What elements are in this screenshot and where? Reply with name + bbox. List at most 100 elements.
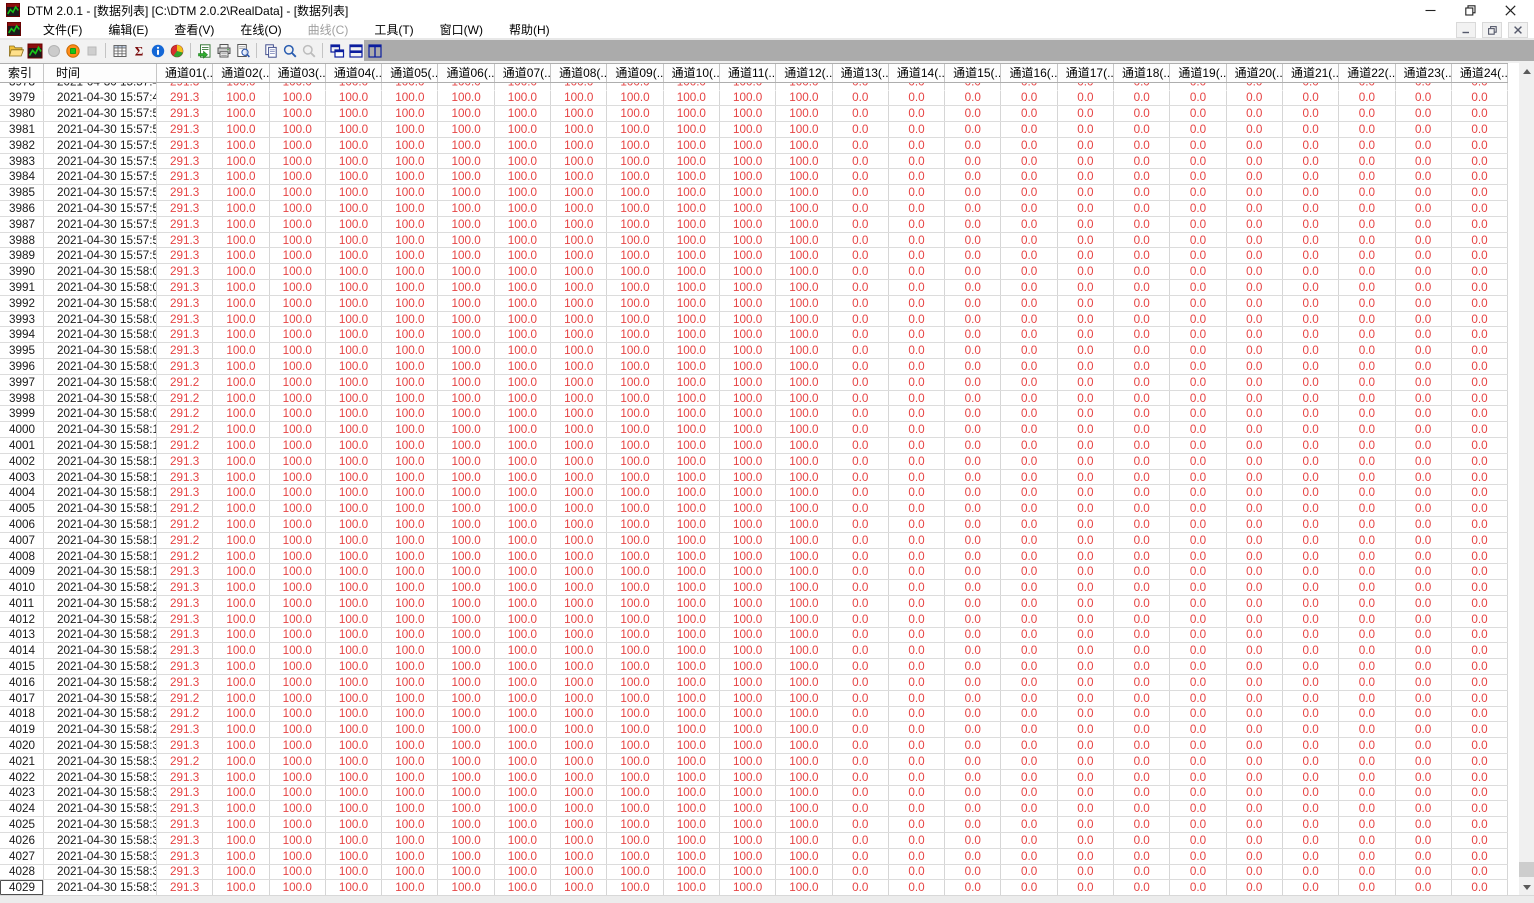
- cell-channel-13[interactable]: 0.0: [833, 311, 889, 327]
- cell-channel-12[interactable]: 100.0: [776, 153, 833, 169]
- cell-channel-02[interactable]: 100.0: [213, 422, 270, 438]
- cell-channel-14[interactable]: 0.0: [889, 327, 946, 343]
- cell-channel-18[interactable]: 0.0: [1114, 817, 1171, 832]
- cell-channel-17[interactable]: 0.0: [1058, 122, 1115, 137]
- cell-channel-16[interactable]: 0.0: [1001, 327, 1058, 343]
- cell-time[interactable]: 2021-04-30 15:57:53: [44, 153, 157, 169]
- cell-channel-05[interactable]: 100.0: [382, 706, 439, 722]
- cell-channel-09[interactable]: 100.0: [607, 485, 664, 501]
- cell-channel-16[interactable]: 0.0: [1001, 311, 1058, 327]
- cell-channel-10[interactable]: 100.0: [664, 248, 720, 264]
- cell-channel-19[interactable]: 0.0: [1170, 327, 1227, 343]
- cell-channel-03[interactable]: 100.0: [270, 216, 326, 232]
- cell-channel-01[interactable]: 291.3: [157, 122, 214, 137]
- cell-channel-20[interactable]: 0.0: [1227, 564, 1283, 580]
- cell-time[interactable]: 2021-04-30 15:58:13: [44, 469, 157, 485]
- cell-time[interactable]: 2021-04-30 15:57:56: [44, 201, 157, 216]
- cell-channel-22[interactable]: 0.0: [1339, 753, 1396, 769]
- cell-time[interactable]: 2021-04-30 15:58:29: [44, 722, 157, 738]
- cell-channel-19[interactable]: 0.0: [1170, 106, 1227, 122]
- cell-channel-01[interactable]: 291.3: [157, 359, 214, 374]
- cell-index[interactable]: 4014: [0, 643, 44, 659]
- cell-channel-06[interactable]: 100.0: [438, 674, 495, 690]
- cell-channel-19[interactable]: 0.0: [1170, 422, 1227, 438]
- cell-channel-12[interactable]: 100.0: [776, 216, 833, 232]
- cell-channel-10[interactable]: 100.0: [664, 596, 720, 611]
- cell-time[interactable]: 2021-04-30 15:58:10: [44, 422, 157, 438]
- cell-channel-12[interactable]: 100.0: [776, 690, 833, 706]
- cell-channel-12[interactable]: 100.0: [776, 248, 833, 264]
- cell-time[interactable]: 2021-04-30 15:58:19: [44, 564, 157, 580]
- cell-channel-19[interactable]: 0.0: [1170, 864, 1227, 880]
- cell-channel-19[interactable]: 0.0: [1170, 311, 1227, 327]
- cell-index[interactable]: 4025: [0, 817, 44, 832]
- cell-channel-17[interactable]: 0.0: [1058, 248, 1115, 264]
- cell-channel-16[interactable]: 0.0: [1001, 880, 1058, 896]
- cell-channel-06[interactable]: 100.0: [438, 469, 495, 485]
- cell-channel-01[interactable]: 291.3: [157, 485, 214, 501]
- cell-channel-14[interactable]: 0.0: [889, 485, 946, 501]
- cell-channel-05[interactable]: 100.0: [382, 343, 439, 359]
- cell-channel-05[interactable]: 100.0: [382, 406, 439, 422]
- cell-channel-01[interactable]: 291.2: [157, 501, 214, 517]
- cell-channel-09[interactable]: 100.0: [607, 580, 664, 595]
- cell-channel-09[interactable]: 100.0: [607, 311, 664, 327]
- cell-channel-14[interactable]: 0.0: [889, 359, 946, 374]
- cell-time[interactable]: 2021-04-30 15:58:38: [44, 864, 157, 880]
- column-header-channel-04[interactable]: 通道04(...: [326, 64, 383, 82]
- cell-channel-11[interactable]: 100.0: [720, 122, 777, 137]
- cell-channel-22[interactable]: 0.0: [1339, 169, 1396, 185]
- cell-channel-24[interactable]: 0.0: [1452, 83, 1508, 91]
- cell-channel-11[interactable]: 100.0: [720, 264, 777, 280]
- cell-channel-20[interactable]: 0.0: [1227, 359, 1283, 374]
- cell-channel-04[interactable]: 100.0: [326, 785, 383, 801]
- cell-channel-04[interactable]: 100.0: [326, 106, 383, 122]
- cell-channel-12[interactable]: 100.0: [776, 501, 833, 517]
- cell-channel-05[interactable]: 100.0: [382, 580, 439, 595]
- cell-channel-09[interactable]: 100.0: [607, 469, 664, 485]
- cell-channel-05[interactable]: 100.0: [382, 280, 439, 295]
- cell-channel-20[interactable]: 0.0: [1227, 390, 1283, 406]
- cell-channel-05[interactable]: 100.0: [382, 674, 439, 690]
- cell-channel-07[interactable]: 100.0: [495, 580, 552, 595]
- cell-channel-08[interactable]: 100.0: [551, 295, 608, 311]
- cell-channel-13[interactable]: 0.0: [833, 848, 889, 864]
- cell-channel-08[interactable]: 100.0: [551, 264, 608, 280]
- column-header-channel-14[interactable]: 通道14(...: [889, 64, 946, 82]
- cell-channel-15[interactable]: 0.0: [945, 295, 1002, 311]
- cell-channel-19[interactable]: 0.0: [1170, 785, 1227, 801]
- cell-channel-04[interactable]: 100.0: [326, 137, 383, 153]
- cell-channel-04[interactable]: 100.0: [326, 280, 383, 295]
- cell-channel-05[interactable]: 100.0: [382, 327, 439, 343]
- cell-channel-23[interactable]: 0.0: [1396, 548, 1452, 564]
- cell-channel-20[interactable]: 0.0: [1227, 232, 1283, 248]
- cell-channel-03[interactable]: 100.0: [270, 137, 326, 153]
- cell-channel-24[interactable]: 0.0: [1452, 738, 1508, 753]
- cell-channel-21[interactable]: 0.0: [1283, 817, 1340, 832]
- cell-channel-05[interactable]: 100.0: [382, 548, 439, 564]
- cell-channel-15[interactable]: 0.0: [945, 627, 1002, 643]
- cell-channel-18[interactable]: 0.0: [1114, 580, 1171, 595]
- cell-time[interactable]: 2021-04-30 15:57:52: [44, 137, 157, 153]
- cell-channel-24[interactable]: 0.0: [1452, 327, 1508, 343]
- cell-channel-19[interactable]: 0.0: [1170, 738, 1227, 753]
- cell-channel-08[interactable]: 100.0: [551, 627, 608, 643]
- cell-index[interactable]: 4011: [0, 596, 44, 611]
- cell-channel-19[interactable]: 0.0: [1170, 722, 1227, 738]
- cell-channel-01[interactable]: 291.3: [157, 232, 214, 248]
- cell-channel-05[interactable]: 100.0: [382, 611, 439, 627]
- cell-channel-02[interactable]: 100.0: [213, 485, 270, 501]
- cell-channel-18[interactable]: 0.0: [1114, 801, 1171, 817]
- cell-channel-18[interactable]: 0.0: [1114, 469, 1171, 485]
- cell-channel-03[interactable]: 100.0: [270, 453, 326, 469]
- cell-channel-15[interactable]: 0.0: [945, 153, 1002, 169]
- cell-channel-13[interactable]: 0.0: [833, 137, 889, 153]
- cell-channel-22[interactable]: 0.0: [1339, 848, 1396, 864]
- cell-channel-15[interactable]: 0.0: [945, 485, 1002, 501]
- cell-channel-12[interactable]: 100.0: [776, 596, 833, 611]
- cell-channel-13[interactable]: 0.0: [833, 327, 889, 343]
- cell-channel-18[interactable]: 0.0: [1114, 453, 1171, 469]
- cell-channel-04[interactable]: 100.0: [326, 848, 383, 864]
- cell-channel-15[interactable]: 0.0: [945, 643, 1002, 659]
- cell-channel-21[interactable]: 0.0: [1283, 785, 1340, 801]
